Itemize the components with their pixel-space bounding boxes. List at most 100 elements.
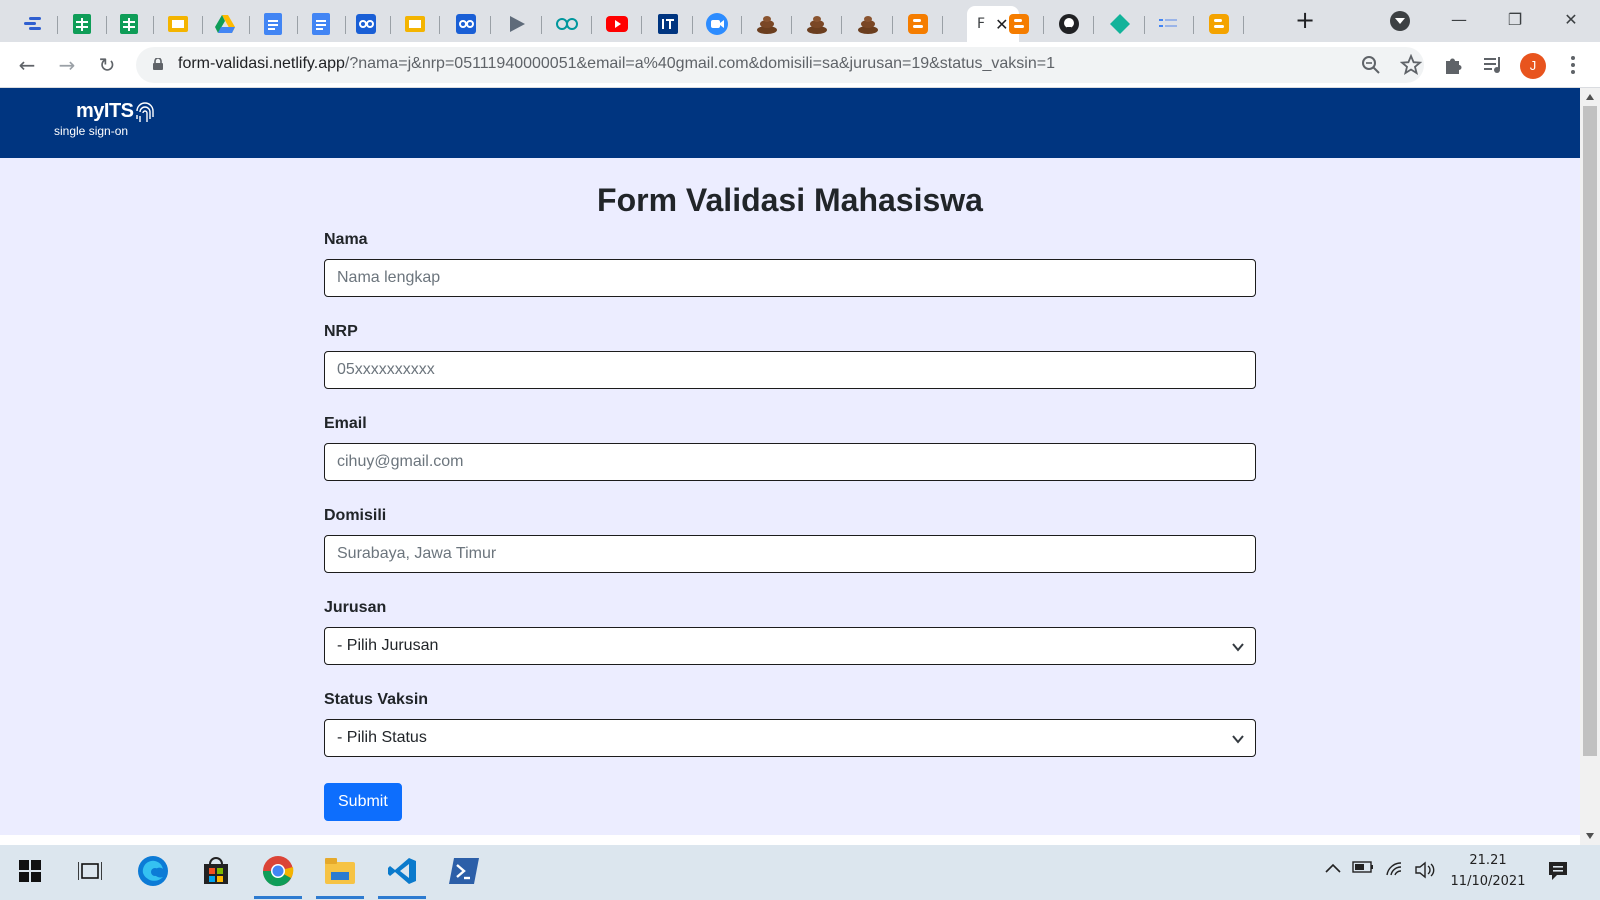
tab-drive[interactable] bbox=[214, 6, 250, 42]
tab-colab-2[interactable] bbox=[455, 6, 491, 42]
logo-subtitle: single sign-on bbox=[54, 124, 129, 138]
google-docs-icon bbox=[262, 13, 284, 35]
blogger-icon bbox=[1008, 13, 1030, 35]
file-explorer-icon[interactable] bbox=[316, 853, 364, 899]
google-slides-icon bbox=[404, 13, 426, 35]
forward-arrow-icon[interactable]: → bbox=[55, 53, 79, 77]
powershell-icon[interactable] bbox=[446, 853, 482, 889]
tab-blogger-3[interactable] bbox=[1208, 6, 1244, 42]
scrollbar-thumb[interactable] bbox=[1583, 106, 1597, 756]
nrp-input[interactable] bbox=[324, 351, 1256, 389]
google-sheets-icon bbox=[118, 13, 140, 35]
tab-colab-1[interactable] bbox=[355, 6, 391, 42]
media-control-icon[interactable] bbox=[1482, 54, 1504, 76]
url-host: form-validasi.netlify.app bbox=[178, 55, 345, 72]
tab-poop-3[interactable] bbox=[857, 6, 893, 42]
jurusan-selected-value: - Pilih Jurusan bbox=[337, 637, 439, 654]
start-windows-icon[interactable] bbox=[12, 853, 48, 889]
close-window-icon[interactable]: ✕ bbox=[1548, 5, 1594, 35]
status-vaksin-label: Status Vaksin bbox=[324, 691, 429, 708]
edge-browser-icon[interactable] bbox=[135, 853, 171, 889]
address-bar[interactable]: form-validasi.netlify.app/?nama=j&nrp=05… bbox=[136, 47, 1424, 83]
more-menu-icon[interactable] bbox=[1570, 54, 1576, 76]
reload-icon[interactable]: ↻ bbox=[95, 53, 119, 77]
task-view-icon[interactable] bbox=[72, 853, 108, 889]
tab-docs-1[interactable] bbox=[262, 6, 298, 42]
tab-its[interactable] bbox=[657, 6, 693, 42]
tab-sheets-2[interactable] bbox=[118, 6, 154, 42]
google-drive-icon bbox=[214, 13, 236, 35]
jurusan-label: Jurusan bbox=[324, 599, 387, 616]
jurusan-select[interactable]: - Pilih Jurusan bbox=[324, 627, 1256, 665]
email-input[interactable] bbox=[324, 443, 1256, 481]
tab-play[interactable] bbox=[506, 6, 542, 42]
status-vaksin-selected-value: - Pilih Status bbox=[337, 729, 427, 746]
system-clock[interactable]: 21.21 11/10/2021 bbox=[1440, 850, 1536, 892]
tab-github[interactable] bbox=[1058, 6, 1094, 42]
minimize-icon[interactable]: — bbox=[1436, 5, 1482, 35]
lock-icon bbox=[153, 58, 163, 70]
page-bottom-strip bbox=[0, 835, 1580, 845]
url-text[interactable]: form-validasi.netlify.app/?nama=j&nrp=05… bbox=[178, 55, 1055, 73]
extensions-puzzle-icon[interactable] bbox=[1442, 54, 1464, 76]
bookmark-star-icon[interactable] bbox=[1400, 54, 1422, 76]
tab-blogger-1[interactable] bbox=[907, 6, 943, 42]
tab-diamond[interactable] bbox=[1109, 6, 1145, 42]
validation-form: Form Validasi Mahasiswa Nama NRP Email D… bbox=[324, 158, 1256, 821]
tab-diagram-app[interactable] bbox=[22, 6, 58, 42]
tab-poop-2[interactable] bbox=[806, 6, 842, 42]
chevron-down-icon bbox=[1232, 735, 1244, 744]
zoom-magnifier-icon[interactable] bbox=[1360, 54, 1382, 76]
status-vaksin-select[interactable]: - Pilih Status bbox=[324, 719, 1256, 757]
tab-docs-2[interactable] bbox=[310, 6, 346, 42]
notification-center-icon[interactable] bbox=[1546, 859, 1570, 883]
clock-time: 21.21 bbox=[1469, 853, 1507, 868]
volume-icon[interactable] bbox=[1414, 861, 1436, 883]
nama-label: Nama bbox=[324, 231, 368, 248]
restore-window-icon[interactable]: ❐ bbox=[1492, 5, 1538, 35]
blogger-icon bbox=[1208, 13, 1230, 35]
colab-icon bbox=[455, 13, 477, 35]
battery-icon[interactable] bbox=[1352, 861, 1374, 883]
logo-text: myITS bbox=[76, 100, 134, 122]
page-scrollbar[interactable] bbox=[1580, 88, 1600, 845]
zoom-icon bbox=[706, 13, 728, 35]
tab-list[interactable] bbox=[1158, 6, 1194, 42]
profile-avatar[interactable]: J bbox=[1520, 53, 1546, 79]
scroll-up-arrow-icon[interactable] bbox=[1585, 92, 1595, 102]
tab-slides-2[interactable] bbox=[404, 6, 440, 42]
domisili-label: Domisili bbox=[324, 507, 387, 524]
tab-arduino[interactable] bbox=[556, 6, 592, 42]
new-tab-button[interactable]: + bbox=[1292, 8, 1318, 34]
nama-input[interactable] bbox=[324, 259, 1256, 297]
tab-blogger-2[interactable] bbox=[1008, 6, 1044, 42]
domisili-input[interactable] bbox=[324, 535, 1256, 573]
chevron-down-icon bbox=[1232, 643, 1244, 652]
tab-slides[interactable] bbox=[167, 6, 203, 42]
fingerprint-icon bbox=[136, 102, 154, 122]
tab-youtube[interactable] bbox=[606, 6, 642, 42]
scroll-down-arrow-icon[interactable] bbox=[1585, 831, 1595, 841]
windows-taskbar: 21.21 11/10/2021 bbox=[0, 845, 1600, 900]
tab-search-icon[interactable] bbox=[1390, 11, 1410, 31]
myits-logo[interactable]: myITS single sign-on bbox=[54, 100, 158, 140]
colab-icon bbox=[355, 13, 377, 35]
arduino-icon bbox=[556, 13, 578, 35]
url-path: /?nama=j&nrp=05111940000051&email=a%40gm… bbox=[344, 55, 1055, 72]
tab-poop-1[interactable] bbox=[756, 6, 792, 42]
browser-tab-strip: F ✕ + — ❐ ✕ bbox=[0, 0, 1600, 42]
poop-emoji-icon bbox=[806, 13, 828, 35]
microsoft-store-icon[interactable] bbox=[198, 853, 234, 889]
tab-sheets-1[interactable] bbox=[71, 6, 107, 42]
tab-zoom[interactable] bbox=[706, 6, 742, 42]
back-arrow-icon[interactable]: ← bbox=[15, 53, 39, 77]
poop-emoji-icon bbox=[756, 13, 778, 35]
wifi-icon[interactable] bbox=[1384, 861, 1406, 883]
chrome-icon[interactable] bbox=[254, 853, 302, 899]
vscode-icon[interactable] bbox=[378, 853, 426, 899]
site-header: myITS single sign-on bbox=[0, 88, 1580, 158]
chevron-up-icon[interactable] bbox=[1322, 861, 1344, 883]
close-tab-icon[interactable]: ✕ bbox=[995, 15, 1008, 34]
submit-button[interactable]: Submit bbox=[324, 783, 402, 821]
its-icon bbox=[657, 13, 679, 35]
